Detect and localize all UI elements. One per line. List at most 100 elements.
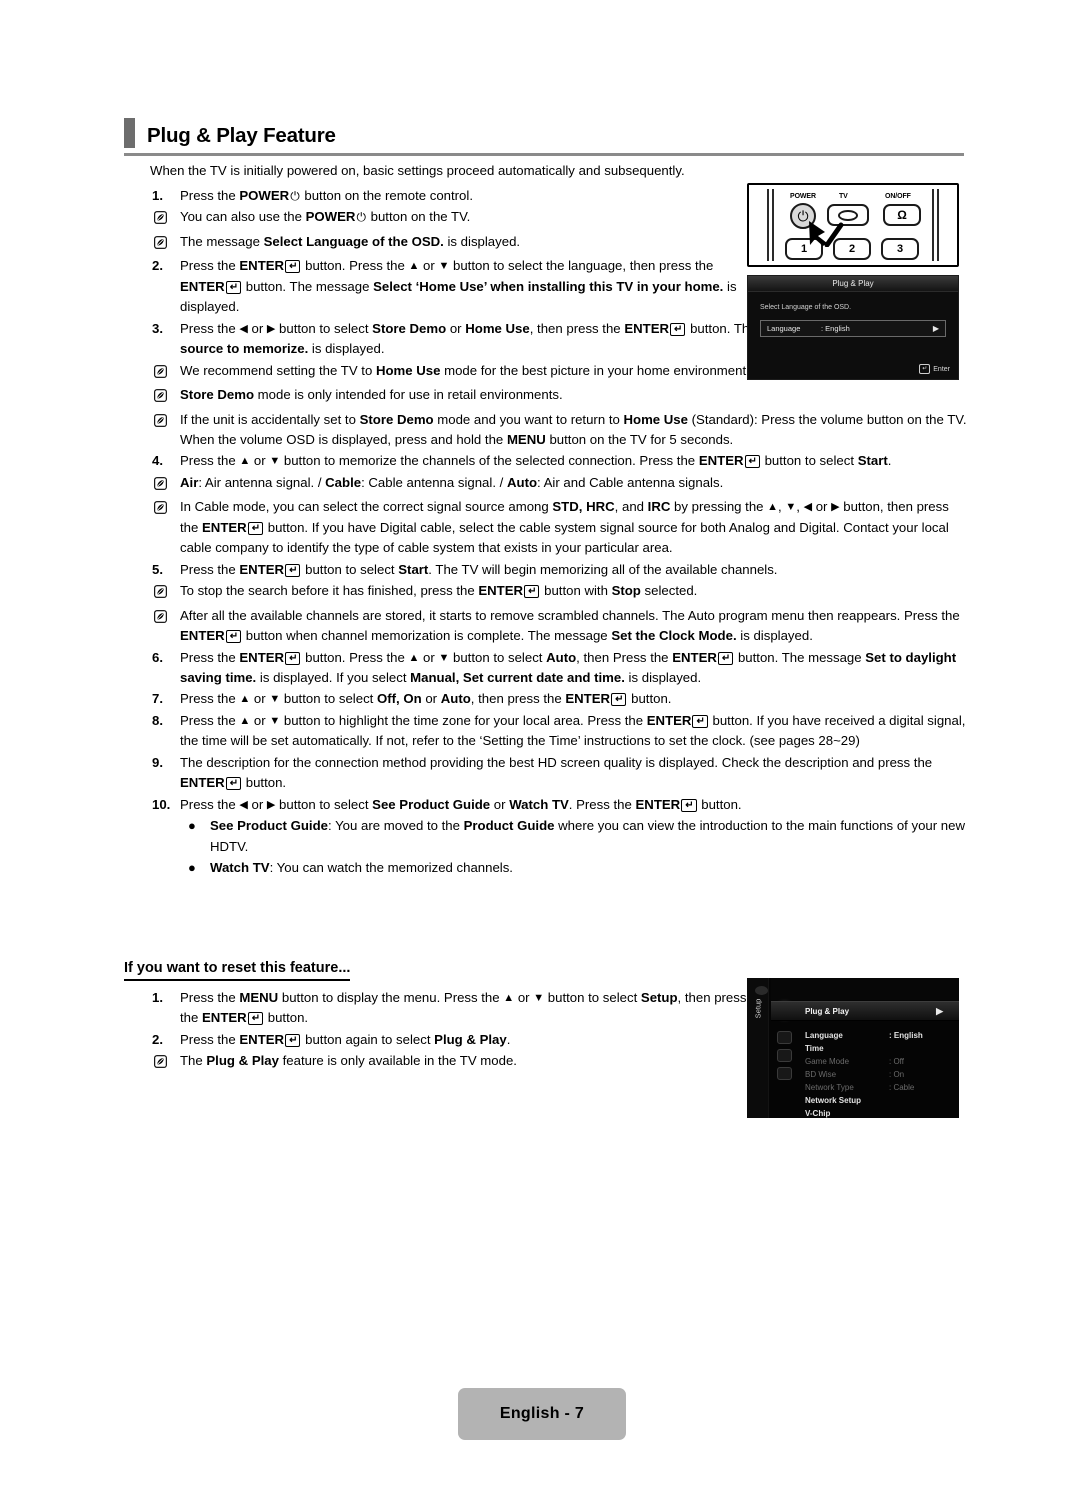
osd-setup-item-name: Language bbox=[805, 1030, 843, 1040]
step-number: 10. bbox=[152, 796, 171, 812]
step-item: 2. Press the ENTER ↵ button again to selec… bbox=[150, 1030, 750, 1050]
remote-power-label: POWER bbox=[790, 193, 816, 200]
note-text: In Cable mode, you can select the correc… bbox=[180, 499, 949, 556]
step-number: 1. bbox=[152, 990, 163, 1005]
note-icon-wrap bbox=[150, 207, 180, 230]
bullet-text: Watch TV: You can watch the memorized ch… bbox=[210, 860, 513, 876]
step-item: 1. Press the MENU button to display the m… bbox=[150, 988, 750, 1029]
note-icon-wrap bbox=[150, 410, 180, 451]
note-item: You can also use the POWER⏻ button on th… bbox=[150, 207, 750, 230]
note-icon bbox=[154, 585, 167, 599]
note-icon bbox=[154, 389, 167, 402]
note-item: To stop the search before it has finishe… bbox=[150, 581, 968, 604]
bullet-dot-icon: ● bbox=[188, 860, 196, 876]
osd-setup-item-value: : English bbox=[889, 1030, 923, 1040]
bullet-item: ● See Product Guide: You are moved to the… bbox=[180, 816, 968, 857]
step-number: 9. bbox=[152, 754, 163, 770]
osd-setup-item[interactable]: BD Wise: On bbox=[805, 1067, 951, 1081]
note-text: After all the available channels are sto… bbox=[180, 607, 960, 644]
note-icon bbox=[154, 1055, 167, 1069]
page-title: Plug & Play Feature bbox=[147, 123, 336, 147]
note-icon bbox=[154, 235, 167, 249]
osd-setup-item-name: BD Wise bbox=[805, 1069, 837, 1079]
note-icon-wrap bbox=[150, 1051, 180, 1074]
osd-language-value: : English bbox=[821, 324, 850, 333]
osd-setup-item-name: Network Type bbox=[805, 1082, 854, 1092]
note-item: In Cable mode, you can select the correc… bbox=[150, 497, 968, 558]
step-number: 6. bbox=[152, 649, 163, 665]
step-text: Press the ▲ or ▼ button to highlight the… bbox=[180, 712, 966, 749]
step-item: 8. Press the ▲ or ▼ button to highlight t… bbox=[150, 711, 968, 752]
page-footer: English - 7 bbox=[458, 1388, 626, 1440]
step-item: 9. The description for the connection met… bbox=[150, 753, 968, 794]
reset-section-heading: If you want to reset this feature... bbox=[124, 960, 351, 981]
osd-setup-blob-icon bbox=[755, 986, 768, 995]
osd-language-label: Language bbox=[767, 324, 801, 333]
osd-setup-item-name: Game Mode bbox=[805, 1056, 850, 1066]
document-page: Plug & Play Feature When the TV is initi… bbox=[0, 0, 1080, 1488]
note-item: The Plug & Play feature is only availabl… bbox=[150, 1051, 750, 1074]
osd-message: Select Language of the OSD. bbox=[760, 304, 852, 311]
note-icon bbox=[154, 364, 167, 378]
clock-icon bbox=[777, 1049, 792, 1062]
header-divider bbox=[124, 153, 964, 156]
step-item: 6. Press the ENTER ↵ button. Press the ▲ o… bbox=[150, 648, 968, 689]
osd-setup-item-plug-and-play[interactable]: Plug & Play ▶ bbox=[805, 1004, 951, 1018]
step-text: Press the ◀ or ▶ button to select See Pr… bbox=[180, 796, 742, 812]
step-item: 5. Press the ENTER ↵ button to select Star… bbox=[150, 560, 968, 580]
pointer-arrow-icon bbox=[809, 221, 844, 247]
step-item: 2. Press the ENTER ↵ button. Press the ▲ o… bbox=[150, 256, 750, 317]
step-text: Press the ▲ or ▼ button to select Off, O… bbox=[180, 691, 672, 707]
chevron-right-icon: ▶ bbox=[936, 1005, 943, 1016]
step-text: Press the ▲ or ▼ button to memorize the … bbox=[180, 453, 892, 469]
step-item: 1. Press the POWER⏻ button on the remote … bbox=[150, 186, 750, 206]
remote-edge-left-1 bbox=[767, 189, 769, 261]
figure-osd-setup-menu: Setup Plug & Play ▶ Language : English Tim… bbox=[747, 978, 959, 1118]
step-text: Press the POWER⏻ button on the remote co… bbox=[180, 188, 473, 203]
osd-setup-item-name: Time bbox=[805, 1043, 824, 1053]
osd-setup-item[interactable]: Language : English bbox=[805, 1028, 951, 1042]
figure-osd-language-select: Plug & Play Select Language of the OSD. … bbox=[747, 275, 959, 380]
step-text: Press the ENTER ↵ button. Press the ▲ or … bbox=[180, 258, 737, 315]
osd-enter-hint: ↵ Enter bbox=[919, 364, 950, 374]
osd-title: Plug & Play bbox=[748, 276, 958, 292]
note-item: Air: Air antenna signal. / Cable: Cable … bbox=[150, 473, 968, 496]
step-text: Press the ENTER ↵ button. Press the ▲ or … bbox=[180, 649, 957, 685]
header-accent-bar bbox=[124, 118, 135, 148]
note-item: Store Demo mode is only intended for use… bbox=[150, 385, 940, 408]
enter-icon: ↵ bbox=[919, 364, 931, 374]
step-number: 2. bbox=[152, 258, 163, 274]
osd-setup-item[interactable]: V-Chip bbox=[805, 1106, 951, 1118]
note-text: If the unit is accidentally set to Store… bbox=[180, 411, 967, 447]
step-item: 7. Press the ▲ or ▼ button to select Off,… bbox=[150, 689, 968, 709]
note-icon-wrap bbox=[150, 473, 180, 496]
note-icon bbox=[154, 476, 167, 490]
remote-edge-left-2 bbox=[772, 189, 774, 261]
osd-setup-item[interactable]: Game Mode : Off bbox=[805, 1054, 951, 1068]
reset-steps-list: 1. Press the MENU button to display the m… bbox=[150, 988, 750, 1076]
note-icon bbox=[154, 211, 167, 225]
intro-paragraph: When the TV is initially powered on, bas… bbox=[150, 163, 685, 178]
chevron-right-icon: ▶ bbox=[932, 324, 939, 333]
bullet-item: ● Watch TV: You can watch the memorized c… bbox=[180, 858, 968, 878]
remote-onoff-button[interactable]: Ω bbox=[883, 204, 921, 226]
note-icon-wrap bbox=[150, 385, 180, 408]
osd-language-row[interactable]: Language : English ▶ bbox=[760, 320, 946, 337]
osd-setup-item[interactable]: Network Type : Cable bbox=[805, 1080, 951, 1094]
osd-setup-item[interactable]: Network Setup bbox=[805, 1093, 951, 1107]
step-text: Press the ENTER ↵ button to select Start.… bbox=[180, 561, 778, 577]
osd-setup-item-value: : Off bbox=[889, 1056, 904, 1066]
osd-setup-item-name: V-Chip bbox=[805, 1108, 831, 1118]
step-item: 4. Press the ▲ or ▼ button to memorize th… bbox=[150, 451, 968, 471]
remote-number-3-label: 3 bbox=[896, 243, 904, 255]
figure-remote-control: POWER ⏻ TV ON/OFF Ω 1 2 3 bbox=[747, 183, 959, 267]
osd-setup-item-value: : Cable bbox=[889, 1082, 915, 1092]
osd-setup-item[interactable]: Time bbox=[805, 1041, 951, 1055]
note-text: Store Demo mode is only intended for use… bbox=[180, 387, 563, 403]
note-icon-wrap bbox=[150, 581, 180, 604]
note-text: The message Select Language of the OSD. … bbox=[180, 233, 521, 249]
step-text: Press the MENU button to display the men… bbox=[180, 990, 747, 1026]
note-icon bbox=[154, 501, 167, 515]
remote-number-3-button[interactable]: 3 bbox=[881, 238, 919, 260]
osd-setup-sidebar: Setup bbox=[747, 978, 769, 1118]
